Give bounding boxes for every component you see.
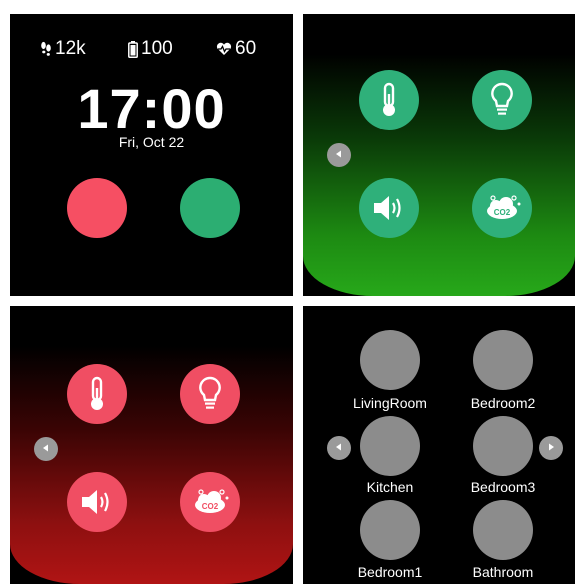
- battery-stat: 100: [128, 38, 173, 60]
- steps-stat: 12k: [40, 38, 86, 60]
- chevron-left-icon: [334, 439, 344, 457]
- air-quality-button[interactable]: CO2: [472, 178, 532, 238]
- light-button[interactable]: [472, 70, 532, 130]
- light-button[interactable]: [180, 364, 240, 424]
- controls-screen-red: CO2: [10, 306, 293, 584]
- co2-cloud-icon: CO2: [481, 193, 523, 223]
- clock-time: 17:00: [77, 77, 226, 140]
- room-button-kitchen[interactable]: [360, 416, 420, 476]
- thermometer-icon: [85, 376, 109, 412]
- heart-rate-icon: [216, 42, 232, 56]
- chevron-left-icon: [334, 146, 344, 164]
- prev-page-button[interactable]: [327, 436, 351, 460]
- air-quality-button[interactable]: CO2: [180, 472, 240, 532]
- room-label: Bedroom3: [470, 479, 536, 495]
- co2-label: CO2: [202, 502, 219, 511]
- background-gradient: [303, 54, 575, 296]
- heart-rate-value: 60: [235, 38, 257, 59]
- right-action-button[interactable]: [180, 178, 240, 238]
- prev-page-button[interactable]: [327, 143, 351, 167]
- watchface-screen: 12k 100 60 17:00 Fri, Oct 22: [10, 14, 293, 296]
- lightbulb-icon: [489, 82, 515, 118]
- footsteps-icon: [40, 41, 52, 57]
- room-label: Bedroom2: [470, 395, 536, 411]
- room-button-bathroom[interactable]: [473, 500, 533, 560]
- left-action-button[interactable]: [67, 178, 127, 238]
- battery-icon: [128, 40, 138, 58]
- room-button-bedroom2[interactable]: [473, 330, 533, 390]
- co2-cloud-icon: CO2: [189, 487, 231, 517]
- controls-screen-green: CO2: [303, 14, 575, 296]
- background-gradient: [10, 346, 293, 584]
- co2-label: CO2: [494, 208, 511, 217]
- heart-rate-stat: 60: [216, 38, 256, 60]
- lightbulb-icon: [197, 376, 223, 412]
- room-label: Bathroom: [472, 564, 534, 580]
- room-label: LivingRoom: [353, 395, 427, 411]
- prev-page-button[interactable]: [34, 437, 58, 461]
- room-button-bedroom1[interactable]: [360, 500, 420, 560]
- thermometer-icon: [377, 82, 401, 118]
- speaker-icon: [371, 193, 407, 223]
- room-label: Bedroom1: [357, 564, 423, 580]
- volume-button[interactable]: [359, 178, 419, 238]
- room-button-bedroom3[interactable]: [473, 416, 533, 476]
- clock-date: Fri, Oct 22: [118, 134, 185, 150]
- rooms-screen: LivingRoom Bedroom2 Kitchen Bedroom3 Bed…: [303, 306, 575, 584]
- steps-value: 12k: [55, 38, 86, 59]
- temperature-button[interactable]: [359, 70, 419, 130]
- chevron-right-icon: [546, 439, 556, 457]
- battery-value: 100: [141, 38, 173, 59]
- speaker-icon: [79, 487, 115, 517]
- room-button-livingroom[interactable]: [360, 330, 420, 390]
- temperature-button[interactable]: [67, 364, 127, 424]
- room-label: Kitchen: [366, 479, 414, 495]
- volume-button[interactable]: [67, 472, 127, 532]
- next-page-button[interactable]: [539, 436, 563, 460]
- chevron-left-icon: [41, 440, 51, 458]
